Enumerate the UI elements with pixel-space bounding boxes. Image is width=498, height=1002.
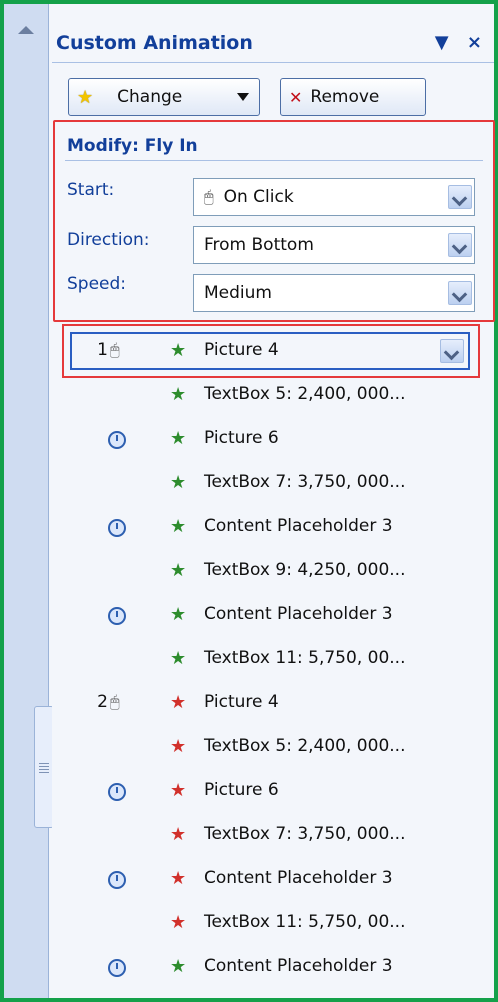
chevron-down-icon[interactable]: [448, 185, 472, 209]
list-item-label: Picture 6: [204, 428, 279, 448]
list-item[interactable]: ★ TextBox 9: 4,250, 000...: [52, 552, 494, 588]
list-item[interactable]: ★ Picture 6: [52, 772, 494, 808]
clock-icon: [108, 431, 126, 449]
entrance-effect-icon: ★: [170, 339, 187, 361]
clock-icon: [108, 607, 126, 625]
clock-icon: [108, 959, 126, 977]
left-scroll-gutter[interactable]: [4, 4, 54, 998]
pane-controls: ▼ ×: [423, 32, 482, 53]
list-item[interactable]: ★ Content Placeholder 3: [52, 508, 494, 544]
speed-label: Speed:: [67, 274, 127, 294]
start-value: On Click: [223, 187, 294, 207]
remove-effect-icon: ✕: [289, 87, 303, 107]
clock-icon: [108, 871, 126, 889]
entrance-effect-icon: ★: [170, 559, 187, 581]
entrance-effect-icon: ★: [170, 427, 187, 449]
clock-icon: [108, 519, 126, 537]
speed-value: Medium: [204, 283, 272, 303]
exit-effect-icon: ★: [170, 735, 187, 757]
item-number: 1: [97, 340, 108, 360]
list-item[interactable]: ★ Content Placeholder 3: [52, 948, 494, 984]
change-button-label: Change: [117, 87, 183, 107]
chevron-down-icon[interactable]: [448, 233, 472, 257]
modify-title: Modify: Fly In: [67, 136, 198, 156]
clock-icon: [108, 783, 126, 801]
entrance-effect-icon: ★: [170, 383, 187, 405]
change-button[interactable]: ★ Change: [68, 78, 260, 116]
list-item[interactable]: ★ TextBox 11: 5,750, 00...: [52, 640, 494, 676]
pane-menu-icon[interactable]: ▼: [435, 32, 449, 53]
close-icon[interactable]: ×: [467, 32, 482, 53]
mouse-icon: 🖱: [204, 187, 214, 206]
entrance-effect-icon: ★: [170, 647, 187, 669]
entrance-effect-icon: ★: [170, 603, 187, 625]
list-item-label: TextBox 5: 2,400, 000...: [204, 384, 406, 404]
list-item-label: Content Placeholder 3: [204, 868, 393, 888]
chevron-down-icon: [237, 93, 249, 101]
list-item-label: TextBox 11: 5,750, 00...: [204, 648, 406, 668]
exit-effect-icon: ★: [170, 779, 187, 801]
direction-select[interactable]: From Bottom: [193, 226, 475, 264]
list-item-label: TextBox 7: 3,750, 000...: [204, 472, 406, 492]
remove-button[interactable]: ✕ Remove: [280, 78, 426, 116]
change-effect-icon: ★: [77, 86, 94, 108]
entrance-effect-icon: ★: [170, 515, 187, 537]
chevron-down-icon[interactable]: [448, 281, 472, 305]
list-item-label: Picture 6: [204, 780, 279, 800]
direction-value: From Bottom: [204, 235, 314, 255]
item-number: 2: [97, 692, 108, 712]
list-item[interactable]: ★ Content Placeholder 3: [52, 860, 494, 896]
list-item-label: TextBox 7: 3,750, 000...: [204, 824, 406, 844]
exit-effect-icon: ★: [170, 823, 187, 845]
list-item-label: TextBox 9: 4,250, 000...: [204, 560, 406, 580]
exit-effect-icon: ★: [170, 867, 187, 889]
speed-select[interactable]: Medium: [193, 274, 475, 312]
mouse-icon: 🖱: [110, 692, 120, 711]
list-item-label: Picture 4: [204, 692, 279, 712]
mouse-icon: 🖱: [110, 340, 120, 359]
list-item-label: TextBox 11: 5,750, 00...: [204, 912, 406, 932]
list-item[interactable]: ★ TextBox 7: 3,750, 000...: [52, 816, 494, 852]
list-item[interactable]: ★ TextBox 7: 3,750, 000...: [52, 464, 494, 500]
list-item[interactable]: 2 🖱 ★ Picture 4: [52, 684, 494, 720]
start-select[interactable]: 🖱 On Click: [193, 178, 475, 216]
list-item[interactable]: ★ TextBox 5: 2,400, 000...: [52, 376, 494, 412]
list-item[interactable]: ★ Picture 6: [52, 420, 494, 456]
list-item-label: Picture 4: [204, 340, 279, 360]
start-label: Start:: [67, 180, 115, 200]
modify-section: Modify: Fly In Start: 🖱 On Click Directi…: [53, 120, 495, 322]
exit-effect-icon: ★: [170, 691, 187, 713]
list-item[interactable]: ★ Content Placeholder 3: [52, 596, 494, 632]
list-item[interactable]: ★ TextBox 11: 5,750, 00...: [52, 904, 494, 940]
pane-title: Custom Animation: [56, 32, 253, 54]
exit-effect-icon: ★: [170, 911, 187, 933]
entrance-effect-icon: ★: [170, 955, 187, 977]
modify-divider: [65, 160, 483, 161]
list-item-label: Content Placeholder 3: [204, 604, 393, 624]
list-item-label: Content Placeholder 3: [204, 516, 393, 536]
list-item-label: TextBox 5: 2,400, 000...: [204, 736, 406, 756]
list-item[interactable]: ★ TextBox 5: 2,400, 000...: [52, 728, 494, 764]
list-item-label: Content Placeholder 3: [204, 956, 393, 976]
custom-animation-pane: Custom Animation ▼ × ★ Change ✕ Remove M…: [52, 4, 495, 998]
list-item[interactable]: 1 🖱 ★ Picture 4: [52, 332, 494, 368]
entrance-effect-icon: ★: [170, 471, 187, 493]
title-divider: [52, 62, 494, 63]
direction-label: Direction:: [67, 230, 150, 250]
scroll-thumb[interactable]: [34, 706, 54, 828]
scroll-up-icon[interactable]: [18, 26, 34, 34]
remove-button-label: Remove: [310, 87, 380, 107]
